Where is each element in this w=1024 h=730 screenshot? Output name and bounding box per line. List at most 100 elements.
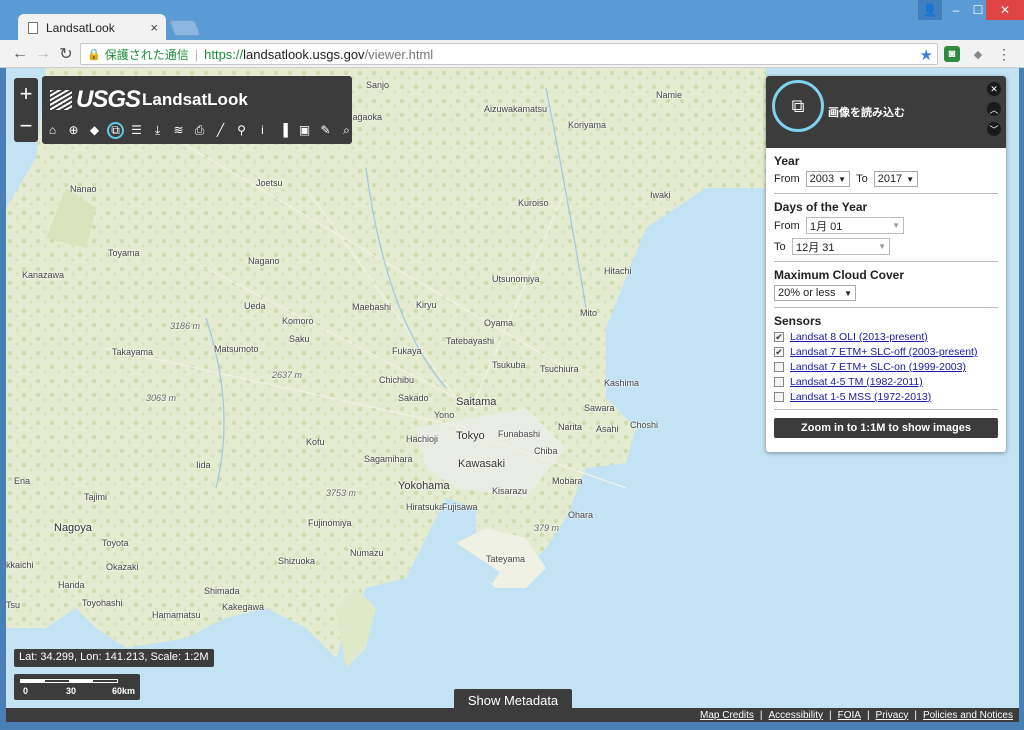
- sensors-section: Sensors ✔ Landsat 8 OLI (2013-present) ✔ La…: [766, 308, 1006, 403]
- sensor-list: ✔ Landsat 8 OLI (2013-present) ✔ Landsat 7 …: [774, 331, 998, 403]
- footer-link[interactable]: Accessibility: [769, 710, 823, 721]
- coordinate-readout: Lat: 34.299, Lon: 141.213, Scale: 1:2M: [14, 649, 214, 667]
- place-label: Komoro: [282, 316, 314, 326]
- map-view[interactable]: Sanjo Aizuwakamatsu Namie Nagaoka Koriyama Jo…: [6, 68, 1019, 722]
- close-window-button[interactable]: ✕: [986, 0, 1024, 20]
- star-icon[interactable]: ★: [920, 46, 933, 64]
- sensor-checkbox[interactable]: [774, 377, 784, 387]
- search-icon[interactable]: ⌕: [338, 122, 355, 139]
- identify-icon[interactable]: ⚲: [233, 122, 250, 139]
- reload-icon[interactable]: ↻: [56, 44, 76, 64]
- footer-link[interactable]: Privacy: [876, 710, 909, 721]
- download-icon[interactable]: ⤓: [149, 122, 166, 139]
- place-label: Mito: [580, 308, 598, 318]
- footer-link[interactable]: Map Credits: [700, 710, 754, 721]
- new-tab-button[interactable]: [169, 20, 201, 36]
- chevron-down-icon: ▼: [878, 242, 886, 251]
- place-label: Ohara: [568, 510, 594, 520]
- year-from-value: 2003: [809, 173, 835, 185]
- minimize-button[interactable]: –: [945, 0, 967, 20]
- footer-link[interactable]: Policies and Notices: [923, 710, 1013, 721]
- edit-icon[interactable]: ✎: [317, 122, 334, 139]
- sensor-row: Landsat 7 ETM+ SLC-on (1999-2003): [774, 361, 998, 373]
- place-label: Tajimi: [84, 492, 108, 502]
- sensor-checkbox[interactable]: ✔: [774, 347, 784, 357]
- place-label: Kakegawa: [222, 602, 265, 612]
- sensor-link[interactable]: Landsat 4-5 TM (1982-2011): [790, 376, 923, 388]
- compare-icon[interactable]: ▐: [275, 122, 292, 139]
- address-bar[interactable]: 🔒 保護された通信 | https:// landsatlook.usgs.go…: [80, 43, 938, 65]
- place-label: Joetsu: [256, 178, 283, 188]
- panel-expand-icon[interactable]: ﹀: [987, 122, 1001, 136]
- place-label: Toyama: [108, 248, 140, 258]
- place-label: Choshi: [630, 420, 659, 430]
- tab-close-icon[interactable]: ×: [150, 20, 158, 35]
- panel-close-icon[interactable]: ✕: [987, 82, 1001, 96]
- print-icon[interactable]: ⎙: [191, 122, 208, 139]
- footer-divider: |: [759, 709, 763, 721]
- cloud-heading: Maximum Cloud Cover: [774, 268, 905, 282]
- footer-link[interactable]: FOIA: [838, 710, 861, 721]
- place-label: Toyohashi: [82, 598, 123, 608]
- zoom-to-show-images-button[interactable]: Zoom in to 1:1M to show images: [774, 418, 998, 438]
- days-section: Days of the Year From 1月 01 ▼ To 12月 31 ▼: [766, 194, 1006, 255]
- measure-icon[interactable]: ╱: [212, 122, 229, 139]
- year-section: Year From 2003 ▼ To 2017 ▼: [766, 148, 1006, 187]
- place-label: Hachioji: [406, 434, 439, 444]
- day-to-combo[interactable]: 12月 31 ▼: [792, 238, 890, 255]
- zoom-out-button[interactable]: −: [14, 110, 38, 142]
- back-arrow-icon[interactable]: ←: [10, 44, 30, 64]
- home-icon[interactable]: ⌂: [44, 122, 61, 139]
- dropbox-icon[interactable]: ◆: [970, 46, 986, 62]
- sensor-link[interactable]: Landsat 7 ETM+ SLC-off (2003-present): [790, 346, 977, 358]
- user-icon[interactable]: 👤: [918, 0, 942, 20]
- place-label: Tsuchiura: [540, 364, 579, 374]
- sensor-row: Landsat 1-5 MSS (1972-2013): [774, 391, 998, 403]
- place-label: Chiba: [534, 446, 558, 456]
- bookmark-icon[interactable]: ▣: [296, 122, 313, 139]
- load-images-icon: ⧉: [772, 80, 824, 132]
- tool-bar: ⌂ ⊕ ◆ ⧉ ☰ ⤓ ≋ ⎙ ╱ ⚲ i ▐ ▣ ✎ ⌕: [44, 120, 355, 140]
- sensor-checkbox[interactable]: ✔: [774, 332, 784, 342]
- filter-icon[interactable]: ☰: [128, 122, 145, 139]
- browser-toolbar: ← → ↻ 🔒 保護された通信 | https:// landsatlook.u…: [0, 40, 1024, 68]
- browser-tab[interactable]: LandsatLook ×: [18, 14, 166, 41]
- load-images-panel: ⧉ 画像を読み込む ✕ ︿ ﹀ Year From 2003 ▼ To 2017 ▼…: [766, 76, 1006, 452]
- sensor-checkbox[interactable]: [774, 362, 784, 372]
- place-label: Ena: [14, 476, 31, 486]
- panel-collapse-icon[interactable]: ︿: [987, 102, 1001, 116]
- place-label: Namie: [656, 90, 683, 100]
- usgs-logo[interactable]: USGS: [50, 86, 141, 114]
- panel-header: ⧉ 画像を読み込む ✕ ︿ ﹀: [766, 76, 1006, 148]
- year-from-select[interactable]: 2003 ▼: [805, 171, 851, 187]
- place-label: Saku: [289, 334, 310, 344]
- year-to-value: 2017: [877, 173, 903, 185]
- place-label: Sanjo: [366, 80, 390, 90]
- locate-icon[interactable]: ⊕: [65, 122, 82, 139]
- load-images-icon[interactable]: ⧉: [107, 121, 124, 139]
- place-label: Shimada: [204, 586, 240, 596]
- tag-icon[interactable]: ◆: [86, 122, 103, 139]
- place-label: Sakado: [398, 393, 429, 403]
- day-to-label: To: [774, 240, 786, 253]
- panel-title: 画像を読み込む: [828, 107, 905, 119]
- days-heading: Days of the Year: [774, 200, 868, 214]
- forward-arrow-icon[interactable]: →: [33, 44, 53, 64]
- info-icon[interactable]: i: [254, 122, 271, 139]
- sensor-link[interactable]: Landsat 8 OLI (2013-present): [790, 331, 928, 343]
- day-from-combo[interactable]: 1月 01 ▼: [806, 217, 904, 234]
- menu-icon[interactable]: ⋮: [996, 46, 1012, 62]
- zoom-in-button[interactable]: +: [14, 78, 38, 110]
- sensor-link[interactable]: Landsat 7 ETM+ SLC-on (1999-2003): [790, 361, 966, 373]
- sensor-checkbox[interactable]: [774, 392, 784, 402]
- place-label: Tsu: [6, 600, 21, 610]
- place-label: Kiryu: [416, 300, 437, 310]
- day-from-value: 1月 01: [810, 220, 843, 233]
- layers-icon[interactable]: ≋: [170, 122, 187, 139]
- cloud-cover-select[interactable]: 20% or less ▼: [774, 285, 856, 301]
- extension-icon[interactable]: ◙: [944, 46, 960, 62]
- footer-divider: |: [828, 709, 832, 721]
- place-label: Kofu: [306, 437, 325, 447]
- year-to-select[interactable]: 2017 ▼: [873, 171, 919, 187]
- sensor-link[interactable]: Landsat 1-5 MSS (1972-2013): [790, 391, 931, 403]
